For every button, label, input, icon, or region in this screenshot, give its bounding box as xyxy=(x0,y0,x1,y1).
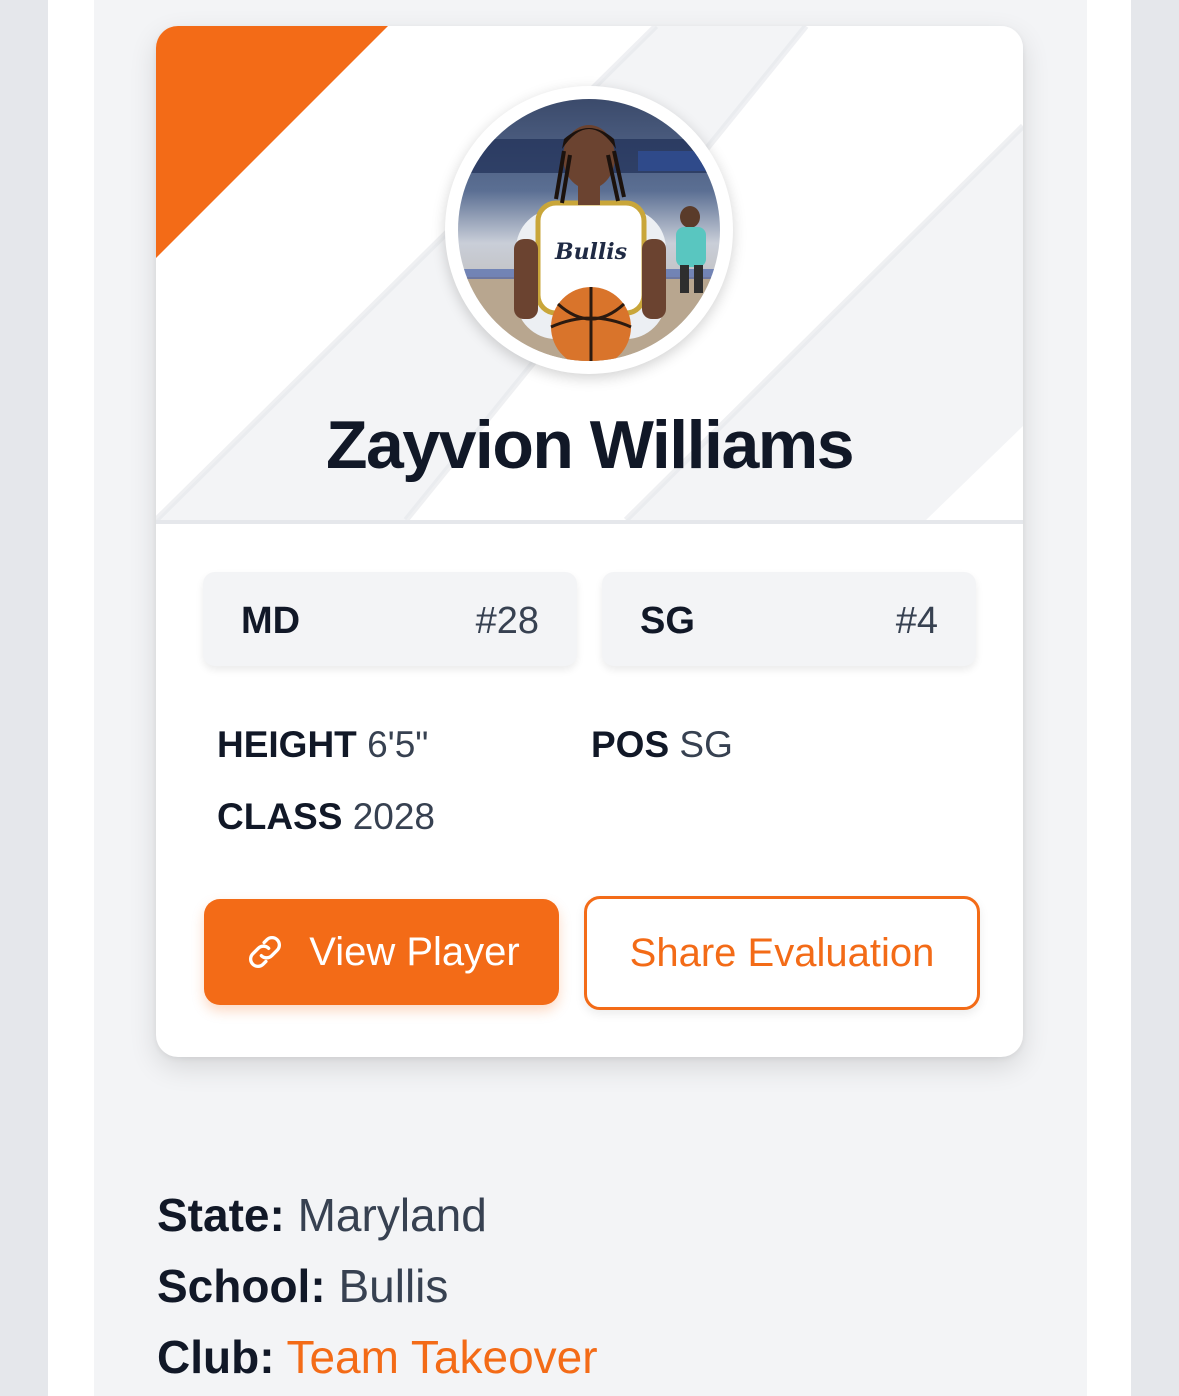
state-rank-label: MD xyxy=(241,600,301,642)
height-stat: HEIGHT 6'5" xyxy=(217,724,428,766)
school-label: School: xyxy=(157,1260,326,1312)
player-name: Zayvion Williams xyxy=(325,407,855,483)
position-rank-badge: SG #4 xyxy=(602,572,976,666)
svg-text:Bullis: Bullis xyxy=(554,239,627,265)
state-rank-badge: MD #28 xyxy=(203,572,577,666)
club-link[interactable]: Team Takeover xyxy=(286,1331,597,1383)
height-value: 6'5" xyxy=(367,724,429,765)
class-stat: CLASS 2028 xyxy=(217,796,435,838)
state-info: State: Maryland xyxy=(157,1188,487,1242)
height-label: HEIGHT xyxy=(217,724,357,765)
school-value: Bullis xyxy=(338,1260,449,1312)
club-label: Club: xyxy=(157,1331,275,1383)
club-info: Club: Team Takeover xyxy=(157,1330,598,1384)
avatar[interactable]: Bullis xyxy=(458,99,720,361)
state-value: Maryland xyxy=(297,1189,487,1241)
school-info: School: Bullis xyxy=(157,1259,448,1313)
view-player-button[interactable]: View Player xyxy=(204,899,559,1005)
state-label: State: xyxy=(157,1189,285,1241)
share-evaluation-label: Share Evaluation xyxy=(629,930,935,975)
position-value: SG xyxy=(679,724,733,765)
class-value: 2028 xyxy=(352,796,435,837)
card-header: Bullis Zayvion Williams xyxy=(156,26,1023,520)
position-rank-value: #4 xyxy=(895,600,938,642)
position-label: POS xyxy=(591,724,670,765)
header-divider xyxy=(156,520,1023,524)
position-rank-label: SG xyxy=(640,600,695,642)
share-evaluation-button[interactable]: Share Evaluation xyxy=(584,896,980,1010)
view-player-label: View Player xyxy=(309,929,520,974)
avatar-ring: Bullis xyxy=(445,86,733,374)
state-rank-value: #28 xyxy=(475,600,539,642)
position-stat: POS SG xyxy=(591,724,733,766)
player-photo-illustration: Bullis xyxy=(458,99,720,361)
player-card: Bullis Zayvion Williams MD #28 SG #4 HEI… xyxy=(156,26,1023,1057)
class-label: CLASS xyxy=(217,796,343,837)
link-icon xyxy=(249,936,282,968)
